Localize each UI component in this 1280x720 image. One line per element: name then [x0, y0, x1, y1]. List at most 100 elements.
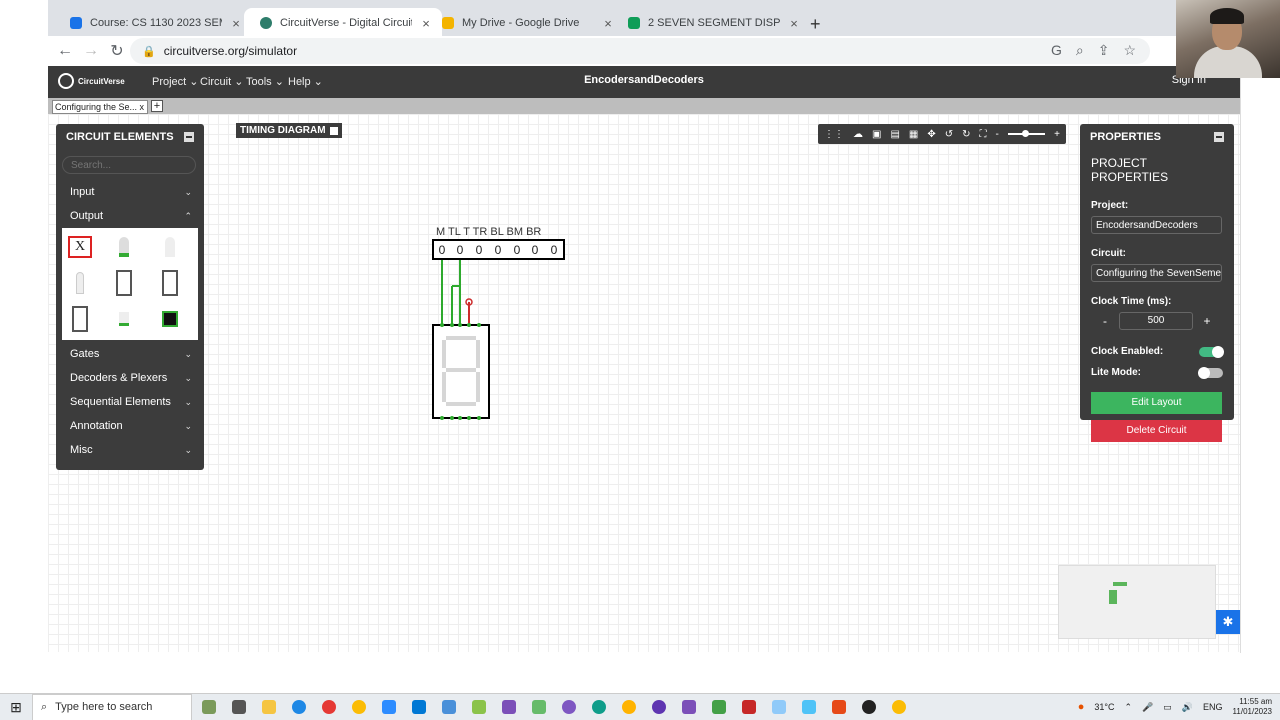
chrome-icon[interactable]: [892, 700, 906, 714]
category-gates[interactable]: Gates ⌄: [56, 342, 204, 366]
forward-icon[interactable]: →: [78, 42, 104, 60]
new-tab-button[interactable]: +: [810, 14, 821, 35]
app-icon[interactable]: [802, 700, 816, 714]
delete-circuit-button[interactable]: Delete Circuit: [1091, 420, 1222, 442]
powerpoint-icon[interactable]: [832, 700, 846, 714]
browser-tab-course[interactable]: Course: CS 1130 2023 SEM1 4-100, 4-1 ×: [54, 8, 252, 38]
browser-tab-circuitverse[interactable]: CircuitVerse - Digital Circuit Simulator…: [244, 8, 442, 38]
fullscreen-icon[interactable]: ⛶: [980, 129, 987, 140]
app-icon[interactable]: [712, 700, 726, 714]
app-icon[interactable]: [622, 700, 636, 714]
app-icon[interactable]: [472, 700, 486, 714]
tray-chevron-icon[interactable]: ⌃: [1125, 702, 1133, 713]
task-view-icon[interactable]: [232, 700, 246, 714]
fit-icon[interactable]: ✥: [927, 129, 935, 140]
category-misc[interactable]: Misc ⌄: [56, 438, 204, 462]
clock-increment-button[interactable]: +: [1193, 314, 1221, 328]
minimize-icon[interactable]: [1214, 132, 1224, 142]
element-search-input[interactable]: [62, 156, 196, 174]
microphone-icon[interactable]: 🎤: [1142, 702, 1153, 713]
cloud-save-icon[interactable]: ☁: [853, 129, 863, 140]
delete-icon[interactable]: ▤: [890, 129, 899, 140]
output-element-probe[interactable]: X: [68, 232, 92, 262]
output-element-seven-segment[interactable]: [112, 268, 136, 298]
clock-time-input[interactable]: 500: [1119, 312, 1193, 330]
timing-diagram-button[interactable]: TIMING DIAGRAM: [236, 123, 342, 138]
minimap[interactable]: [1058, 565, 1216, 639]
undo-icon[interactable]: ↺: [945, 129, 953, 140]
redo-icon[interactable]: ↻: [962, 129, 970, 140]
app-icon[interactable]: [532, 700, 546, 714]
minimap-bus: [1113, 582, 1127, 586]
browser-tab-drive[interactable]: My Drive - Google Drive ×: [426, 8, 624, 38]
save-icon[interactable]: ▣: [872, 129, 881, 140]
widget-icon[interactable]: [202, 700, 216, 714]
category-sequential[interactable]: Sequential Elements ⌄: [56, 390, 204, 414]
close-icon[interactable]: ×: [230, 16, 242, 31]
app-icon[interactable]: [442, 700, 456, 714]
circuit-tab[interactable]: Configuring the Se... x: [52, 100, 148, 114]
app-icon[interactable]: [652, 700, 666, 714]
edit-layout-button[interactable]: Edit Layout: [1091, 392, 1222, 414]
zoom-app-icon[interactable]: [382, 700, 396, 714]
volume-icon[interactable]: 🔊: [1182, 702, 1193, 713]
zoom-in-icon[interactable]: +: [1054, 129, 1060, 140]
zoom-out-icon[interactable]: -: [996, 129, 999, 140]
visual-studio-icon[interactable]: [502, 700, 516, 714]
drag-handle-icon[interactable]: ⋮⋮: [824, 129, 844, 140]
app-icon[interactable]: [862, 700, 876, 714]
category-annotation[interactable]: Annotation ⌄: [56, 414, 204, 438]
category-input[interactable]: Input ⌄: [56, 180, 204, 204]
address-bar[interactable]: 🔒 circuitverse.org/simulator G ⌕ ⇪ ☆: [130, 38, 1150, 64]
output-element-matrix[interactable]: [158, 304, 182, 334]
chevron-down-icon: ⌄: [184, 444, 192, 455]
taskbar-search[interactable]: ⌕ Type here to search: [32, 693, 192, 720]
app-icon[interactable]: [772, 700, 786, 714]
app-icon[interactable]: [322, 700, 336, 714]
windows-start-icon[interactable]: ⊞: [0, 699, 32, 716]
vscode-icon[interactable]: [412, 700, 426, 714]
category-output[interactable]: Output ⌃: [56, 204, 204, 228]
report-bug-icon[interactable]: ✱: [1216, 610, 1240, 634]
close-icon[interactable]: ×: [788, 16, 800, 31]
share-icon[interactable]: ⇪: [1098, 42, 1110, 59]
edge-icon[interactable]: [592, 700, 606, 714]
network-icon[interactable]: ▭: [1163, 702, 1172, 713]
file-explorer-icon[interactable]: [262, 700, 276, 714]
circuit-name-field[interactable]: Configuring the SevenSeme: [1091, 264, 1222, 282]
browser-tab-sheet[interactable]: 2 SEVEN SEGMENT DISPLAY DECODER ×: [612, 8, 810, 38]
weather-temp[interactable]: 31°C: [1094, 702, 1114, 712]
app-icon[interactable]: [292, 700, 306, 714]
reload-icon[interactable]: ↻: [104, 41, 130, 61]
lite-mode-toggle[interactable]: [1198, 366, 1223, 379]
output-element-variable-led[interactable]: [112, 304, 136, 334]
project-name-field[interactable]: EncodersandDecoders: [1091, 216, 1222, 234]
zoom-slider[interactable]: [1007, 130, 1046, 137]
zoom-icon[interactable]: ⌕: [1076, 42, 1084, 59]
category-decoders[interactable]: Decoders & Plexers ⌄: [56, 366, 204, 390]
clock-enabled-toggle[interactable]: [1199, 345, 1224, 358]
app-icon[interactable]: [742, 700, 756, 714]
image-icon[interactable]: ▦: [909, 129, 918, 140]
star-icon[interactable]: ☆: [1123, 42, 1136, 59]
language-indicator[interactable]: ENG: [1203, 702, 1223, 712]
wires[interactable]: [441, 260, 461, 324]
back-icon[interactable]: ←: [52, 42, 78, 60]
output-element-rgb-led[interactable]: [158, 232, 182, 262]
add-circuit-button[interactable]: +: [151, 100, 163, 112]
taskbar-clock[interactable]: 11:55 am 11/01/2023: [1233, 697, 1272, 717]
output-element-sixteen-segment[interactable]: [68, 304, 92, 334]
minimize-icon[interactable]: [184, 132, 194, 142]
circuit-diagram[interactable]: M TL T TR BL BM BR 0 0 0 0 0 0 0: [420, 220, 590, 425]
google-icon[interactable]: G: [1051, 42, 1062, 59]
pin-value-bm: 0: [532, 243, 539, 257]
output-element-led[interactable]: [112, 232, 136, 262]
output-element-square-led[interactable]: [68, 268, 92, 298]
clock-decrement-button[interactable]: -: [1091, 314, 1119, 328]
visual-studio-icon[interactable]: [682, 700, 696, 714]
output-element-hex-display[interactable]: [158, 268, 182, 298]
zoom-slider-knob[interactable]: [1021, 130, 1029, 137]
close-tab-icon[interactable]: x: [140, 102, 148, 112]
chrome-icon[interactable]: [352, 700, 366, 714]
app-icon[interactable]: [562, 700, 576, 714]
